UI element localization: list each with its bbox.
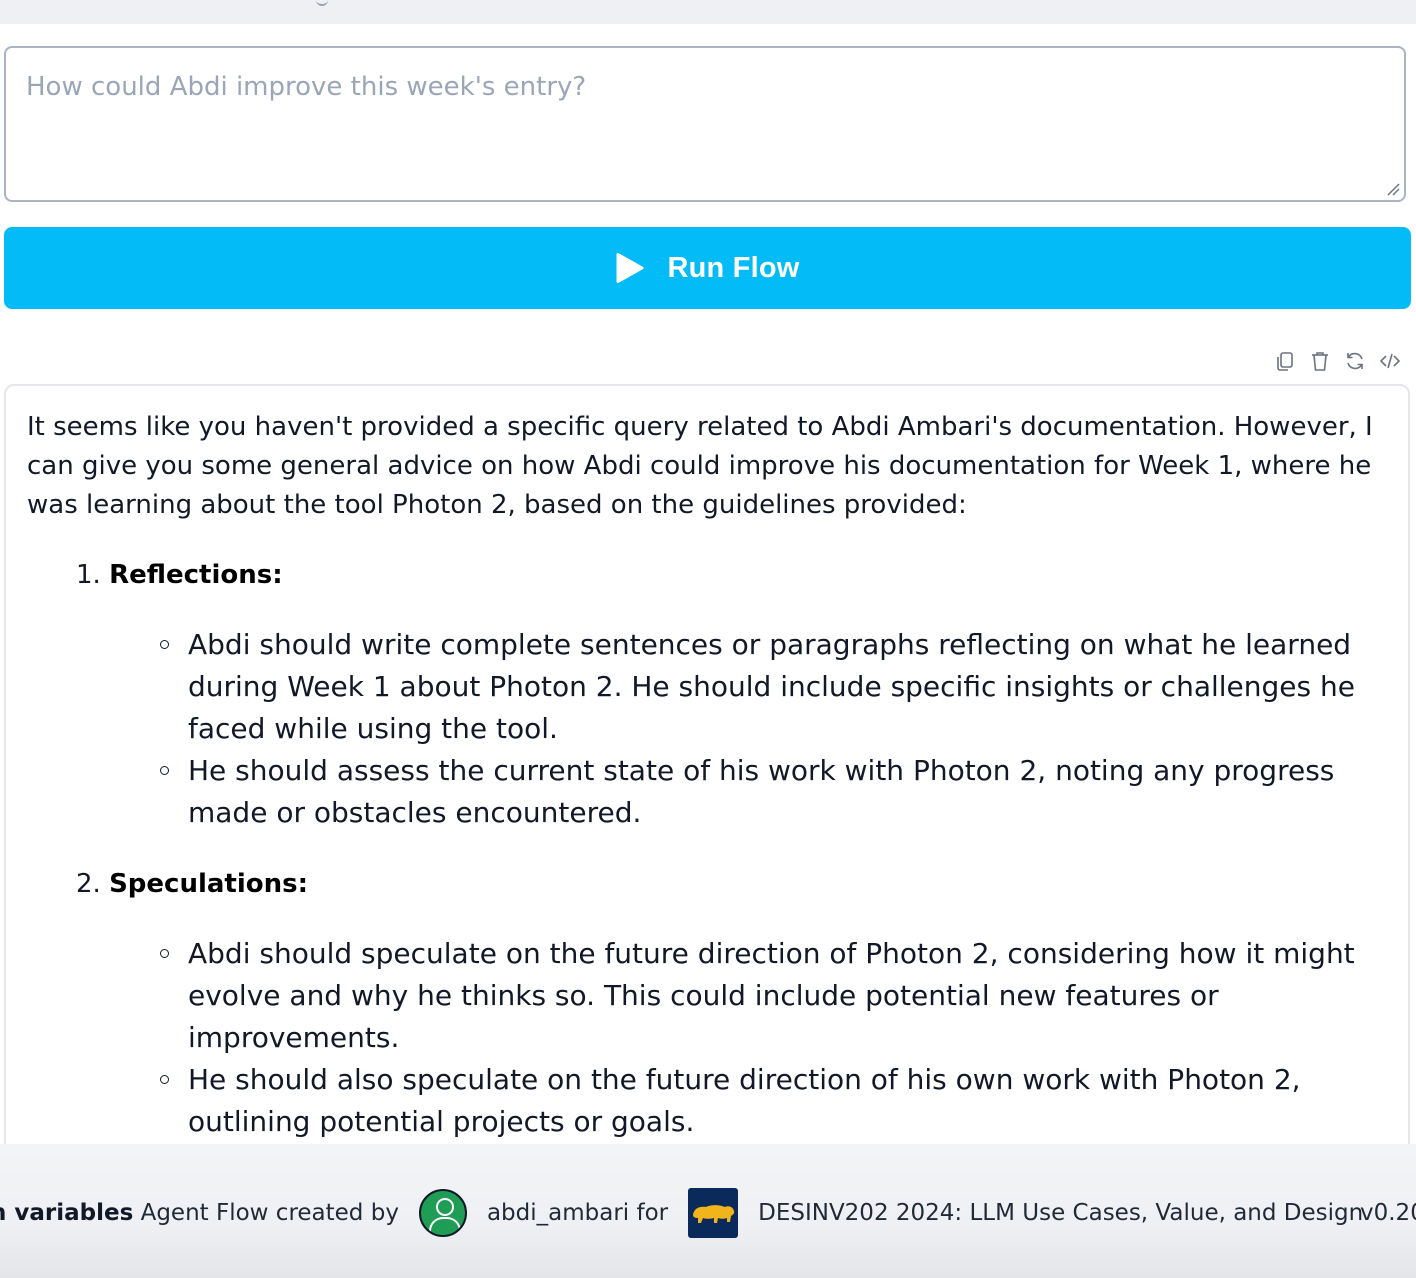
list-item: He should assess the current state of hi… (156, 750, 1386, 834)
author-link[interactable]: abdi_ambari (487, 1200, 629, 1226)
version-label: v0.20 (1360, 1200, 1416, 1226)
response-toolbar (1272, 348, 1402, 373)
flow-run-page: Run Flow (0, 0, 1416, 1278)
copy-icon[interactable] (1272, 348, 1297, 373)
list-item-text: Abdi should write complete sentences or … (188, 628, 1355, 745)
course-logo[interactable] (688, 1188, 739, 1238)
section-title: Speculations: (109, 869, 309, 899)
trash-icon[interactable] (1307, 348, 1332, 373)
list-item-text: Abdi should speculate on the future dire… (188, 937, 1355, 1054)
section-heading-reflections: 1. Reflections: (76, 555, 283, 595)
resize-grip-icon[interactable] (1386, 182, 1400, 196)
footer-bar: h variables Agent Flow created by abdi_a… (0, 1144, 1416, 1278)
hollow-bullet-icon (160, 949, 169, 958)
avatar-head (435, 1198, 454, 1216)
response-intro: It seems like you haven't provided a spe… (27, 412, 1373, 520)
list-item-text: He should assess the current state of hi… (188, 754, 1335, 829)
reflections-list: Abdi should write complete sentences or … (156, 624, 1386, 834)
bear-icon (693, 1205, 735, 1223)
query-input[interactable] (6, 48, 1404, 200)
cut-off-text-fragment (316, 0, 328, 6)
refresh-icon[interactable] (1342, 348, 1367, 373)
avatar[interactable] (418, 1189, 467, 1237)
list-item: He should also speculate on the future d… (156, 1059, 1386, 1143)
section-number: 2. (76, 869, 101, 899)
run-flow-button[interactable]: Run Flow (4, 227, 1411, 309)
section-heading-speculations: 2. Speculations: (76, 864, 308, 904)
code-icon[interactable] (1377, 348, 1402, 373)
speculations-list: Abdi should speculate on the future dire… (156, 933, 1386, 1143)
run-flow-label: Run Flow (667, 251, 800, 284)
top-strip (0, 0, 1416, 24)
hollow-bullet-icon (160, 640, 169, 649)
section-title: Reflections: (109, 560, 283, 590)
query-input-container (4, 46, 1406, 202)
footer-attribution: h variables Agent Flow created by abdi_a… (0, 1188, 1363, 1238)
avatar-body (428, 1217, 461, 1235)
created-by-text: Agent Flow created by (140, 1200, 399, 1226)
for-text: for (636, 1200, 669, 1226)
flow-name-fragment: h variables (0, 1200, 134, 1226)
response-panel: It seems like you haven't provided a spe… (4, 384, 1410, 1204)
course-title[interactable]: DESINV202 2024: LLM Use Cases, Value, an… (758, 1200, 1363, 1226)
play-icon (616, 253, 644, 283)
section-number: 1. (76, 560, 101, 590)
hollow-bullet-icon (160, 766, 169, 775)
list-item: Abdi should write complete sentences or … (156, 624, 1386, 750)
hollow-bullet-icon (160, 1075, 169, 1084)
list-item-text: He should also speculate on the future d… (188, 1063, 1301, 1138)
list-item: Abdi should speculate on the future dire… (156, 933, 1386, 1059)
